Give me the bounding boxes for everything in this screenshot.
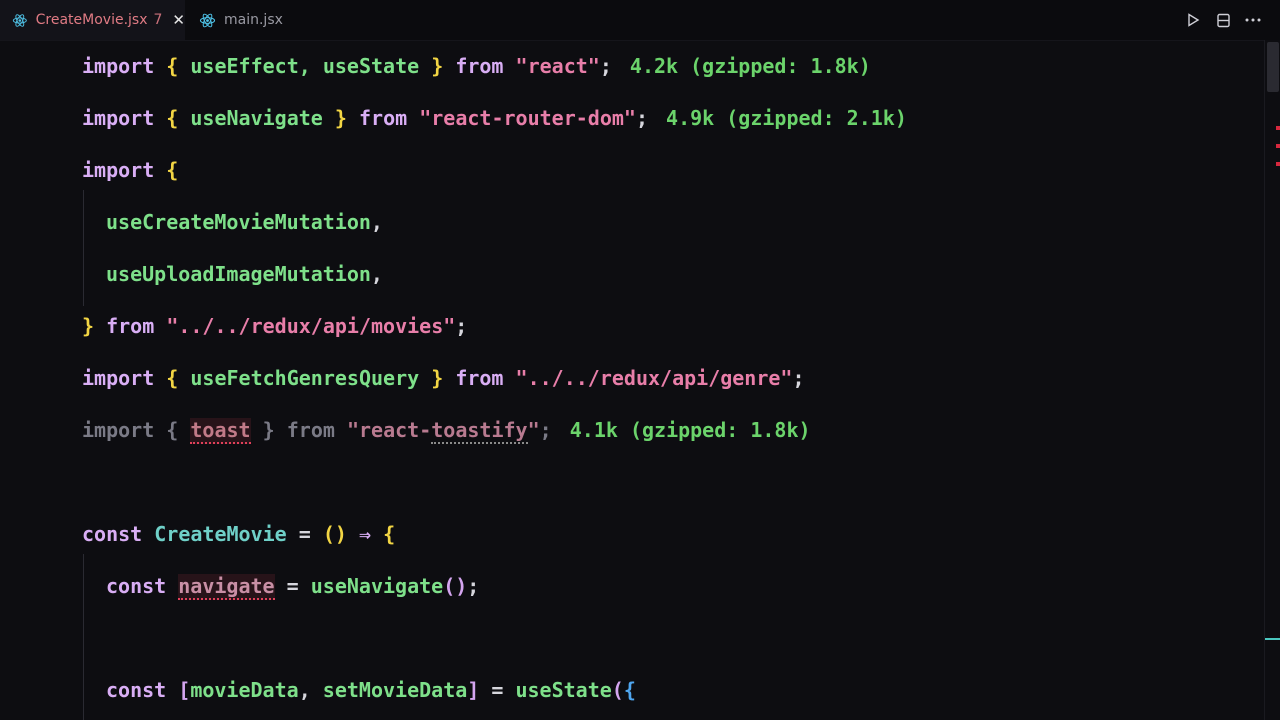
react-icon bbox=[12, 13, 27, 27]
scrollbar-thumb[interactable] bbox=[1267, 42, 1279, 92]
indent-guide bbox=[83, 190, 84, 306]
import-size-hint: 4.1k (gzipped: 1.8k) bbox=[569, 418, 811, 442]
tab-label: CreateMovie.jsx bbox=[35, 12, 148, 28]
editor-tab-bar: CreateMovie.jsx 7 ✕ main.jsx bbox=[0, 0, 1280, 41]
error-marker bbox=[1276, 162, 1280, 166]
unused-variable-error: navigate bbox=[178, 574, 275, 600]
code-line: } from "../../redux/api/movies"; bbox=[82, 314, 468, 338]
error-marker bbox=[1276, 126, 1280, 130]
code-line: import { useNavigate } from "react-route… bbox=[82, 106, 907, 130]
import-size-hint: 4.9k (gzipped: 2.1k) bbox=[666, 106, 907, 130]
code-line: import { toast } from "react-toastify"; … bbox=[82, 418, 811, 444]
more-actions-icon[interactable] bbox=[1244, 11, 1262, 29]
unused-import-error: toast bbox=[190, 418, 251, 444]
tab-main[interactable]: main.jsx bbox=[185, 0, 325, 40]
code-line: import { bbox=[82, 158, 179, 182]
code-line: import { useEffect, useState } from "rea… bbox=[82, 54, 871, 78]
problems-count-badge: 7 bbox=[153, 12, 163, 28]
code-line: const navigate = useNavigate(); bbox=[106, 574, 480, 600]
run-icon[interactable] bbox=[1184, 11, 1202, 29]
close-icon[interactable]: ✕ bbox=[172, 11, 185, 29]
tab-label: main.jsx bbox=[224, 12, 283, 28]
unresolved-module-warning: toastify bbox=[431, 418, 528, 444]
code-line: const CreateMovie = () ⇒ { bbox=[82, 522, 396, 546]
react-icon bbox=[199, 13, 216, 27]
split-editor-icon[interactable] bbox=[1214, 11, 1232, 29]
code-editor[interactable]: import { useEffect, useState } from "rea… bbox=[0, 40, 1264, 720]
code-line: import { useFetchGenresQuery } from "../… bbox=[82, 366, 805, 390]
import-size-hint: 4.2k (gzipped: 1.8k) bbox=[629, 54, 871, 78]
vertical-scrollbar[interactable] bbox=[1264, 40, 1280, 720]
code-line: useUploadImageMutation, bbox=[106, 262, 383, 286]
code-line: const [movieData, setMovieData] = useSta… bbox=[106, 678, 636, 702]
error-marker bbox=[1276, 144, 1280, 148]
cursor-position-marker bbox=[1265, 638, 1280, 640]
code-line: useCreateMovieMutation, bbox=[106, 210, 383, 234]
tab-createmovie[interactable]: CreateMovie.jsx 7 ✕ bbox=[0, 0, 185, 40]
indent-guide bbox=[83, 554, 84, 720]
